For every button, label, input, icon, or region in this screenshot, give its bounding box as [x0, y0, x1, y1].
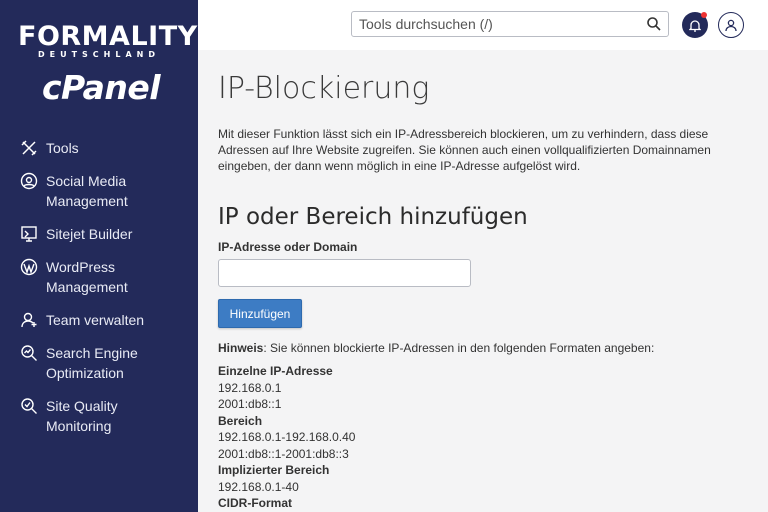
- hint-label: Hinweis: [218, 341, 264, 355]
- ip-field-label: IP-Adresse oder Domain: [218, 240, 358, 254]
- sidebar-item-tools[interactable]: Tools: [0, 138, 79, 158]
- format-heading: CIDR-Format: [218, 496, 292, 510]
- page-description: Mit dieser Funktion lässt sich ein IP-Ad…: [218, 127, 711, 173]
- format-heading: Bereich: [218, 413, 263, 428]
- sidebar-item-label: Site Quality Monitoring: [46, 398, 118, 434]
- sidebar-item-site-quality[interactable]: Site Quality Monitoring: [0, 396, 168, 436]
- ip-domain-input[interactable]: [218, 259, 471, 287]
- sidebar: FORMALITY DEUTSCHLAND cPanel Tools Socia…: [0, 0, 198, 512]
- sidebar-item-sitejet[interactable]: Sitejet Builder: [0, 224, 132, 244]
- sidebar-item-label: Team verwalten: [46, 312, 145, 328]
- add-button[interactable]: Hinzufügen: [218, 299, 302, 328]
- sidebar-item-label: Social Media Management: [46, 173, 128, 209]
- brand-name: FORMALITY: [18, 21, 198, 52]
- notification-dot: [701, 12, 707, 18]
- format-heading: Implizierter Bereich: [218, 463, 330, 477]
- sidebar-item-wordpress[interactable]: WordPress Management: [0, 257, 168, 297]
- section-title: IP oder Bereich hinzufügen: [218, 204, 528, 230]
- format-example: 192.168.0.1-192.168.0.40: [218, 430, 356, 444]
- format-example: 2001:db8::1: [218, 397, 282, 411]
- notifications-button[interactable]: [682, 12, 708, 38]
- social-media-icon: [18, 171, 40, 191]
- format-example: 2001:db8::1-2001:db8::3: [218, 446, 349, 461]
- sidebar-item-seo[interactable]: Search Engine Optimization: [0, 343, 168, 383]
- sidebar-item-label: Tools: [46, 140, 79, 156]
- sidebar-item-team[interactable]: Team verwalten: [0, 310, 144, 330]
- format-heading: Einzelne IP-Adresse: [218, 364, 333, 378]
- user-menu-button[interactable]: [718, 12, 744, 38]
- bell-icon: [689, 19, 701, 32]
- wordpress-icon: [18, 257, 40, 277]
- format-example: 192.168.0.1-40: [218, 479, 299, 494]
- sidebar-item-social-media[interactable]: Social Media Management: [0, 171, 168, 211]
- sitejet-icon: [18, 224, 40, 244]
- sidebar-item-label: Search Engine Optimization: [46, 345, 138, 381]
- page-title: IP-Blockierung: [218, 71, 430, 106]
- search-box: [351, 11, 669, 37]
- seo-icon: [18, 343, 40, 363]
- team-icon: [18, 310, 40, 330]
- top-bar: [198, 0, 768, 50]
- format-example: 192.168.0.1: [218, 380, 282, 395]
- cpanel-logo[interactable]: cPanel: [26, 68, 176, 107]
- search-icon[interactable]: [646, 16, 662, 32]
- brand-subtitle: DEUTSCHLAND: [37, 50, 160, 59]
- tools-icon: [18, 138, 40, 158]
- hint-text: Hinweis: Sie können blockierte IP-Adress…: [218, 341, 654, 355]
- site-quality-icon: [18, 396, 40, 416]
- sidebar-item-label: Sitejet Builder: [46, 226, 133, 242]
- hint-body: : Sie können blockierte IP-Adressen in d…: [263, 341, 655, 355]
- sidebar-item-label: WordPress Management: [46, 259, 128, 295]
- formats-list: Einzelne IP-Adresse 192.168.0.1 2001:db8…: [218, 363, 355, 512]
- user-icon: [725, 19, 737, 31]
- search-input[interactable]: [352, 12, 639, 36]
- brand-logo[interactable]: FORMALITY DEUTSCHLAND: [18, 21, 198, 60]
